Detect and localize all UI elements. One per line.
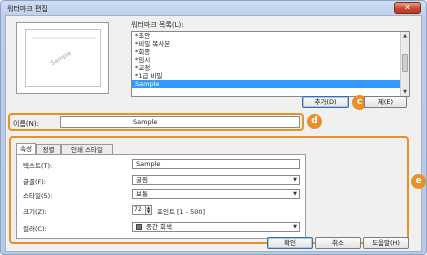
add-button[interactable]: 추가(D)	[302, 96, 349, 108]
scroll-down-icon[interactable]: ▼	[401, 88, 409, 96]
watermark-edit-dialog: 워터마크 편집 ✕ Sample 워터마크 목록(L): *초안 *비밀 복사본…	[0, 0, 427, 255]
size-label: 크기(Z):	[23, 208, 47, 216]
list-item[interactable]: *1급 비밀	[132, 72, 409, 80]
color-label: 컬러(C):	[23, 225, 47, 233]
chevron-down-icon: ▼	[293, 177, 297, 183]
delete-button[interactable]: 제(E)	[364, 96, 407, 108]
watermark-preview: Sample	[16, 22, 109, 94]
style-value: 보통	[136, 190, 148, 198]
chevron-down-icon: ▼	[293, 191, 297, 197]
properties-panel: 텍스트(T): Sample 글꼴(F): 굴림 ▼ 스타일(S): 보통 ▼ …	[16, 154, 306, 239]
name-label: 이름(N):	[13, 120, 39, 128]
scroll-up-icon[interactable]: ▲	[401, 32, 409, 40]
dialog-title: 워터마크 편집	[7, 5, 48, 13]
text-label: 텍스트(T):	[23, 162, 53, 170]
font-select[interactable]: 굴림 ▼	[132, 175, 300, 185]
help-button[interactable]: 도움말(H)	[363, 237, 409, 249]
watermark-list-label: 워터마크 목록(L):	[131, 21, 184, 29]
callout-d: d	[307, 114, 322, 129]
close-button[interactable]: ✕	[394, 2, 421, 14]
size-input[interactable]: 72	[132, 205, 146, 215]
list-item[interactable]: *임시	[132, 56, 409, 64]
chevron-down-icon: ▼	[293, 224, 297, 230]
color-select[interactable]: 중간 회색 ▼	[132, 222, 300, 232]
text-input[interactable]: Sample	[132, 159, 300, 169]
dialog-body: Sample 워터마크 목록(L): *초안 *비밀 복사본 *회종 *임시 *…	[5, 15, 426, 252]
size-unit-label: 포인트 [1 - 500]	[157, 208, 206, 216]
cancel-button[interactable]: 취소	[315, 237, 361, 249]
font-value: 굴림	[136, 176, 148, 184]
list-scrollbar[interactable]: ▲ ▼	[400, 32, 409, 96]
close-icon: ✕	[404, 3, 411, 12]
color-value: 중간 회색	[146, 223, 172, 231]
preview-page: Sample	[25, 29, 101, 87]
list-item-selected[interactable]: Sample	[132, 80, 409, 88]
font-label: 글꼴(F):	[23, 178, 46, 186]
color-swatch	[136, 224, 142, 230]
list-item[interactable]: *초안	[132, 32, 409, 40]
scroll-thumb[interactable]	[402, 54, 408, 72]
watermark-list[interactable]: *초안 *비밀 복사본 *회종 *임시 *교정 *1급 비밀 Sample ▲ …	[131, 31, 410, 97]
ok-button[interactable]: 확인	[267, 237, 313, 249]
callout-e: e	[411, 174, 426, 189]
size-stepper[interactable]: ▲ ▼	[145, 205, 152, 215]
style-label: 스타일(S):	[23, 192, 53, 200]
list-item[interactable]: *비밀 복사본	[132, 40, 409, 48]
name-input[interactable]: Sample	[60, 116, 300, 128]
list-item[interactable]: *회종	[132, 48, 409, 56]
style-select[interactable]: 보통 ▼	[132, 189, 300, 199]
list-item[interactable]: *교정	[132, 64, 409, 72]
